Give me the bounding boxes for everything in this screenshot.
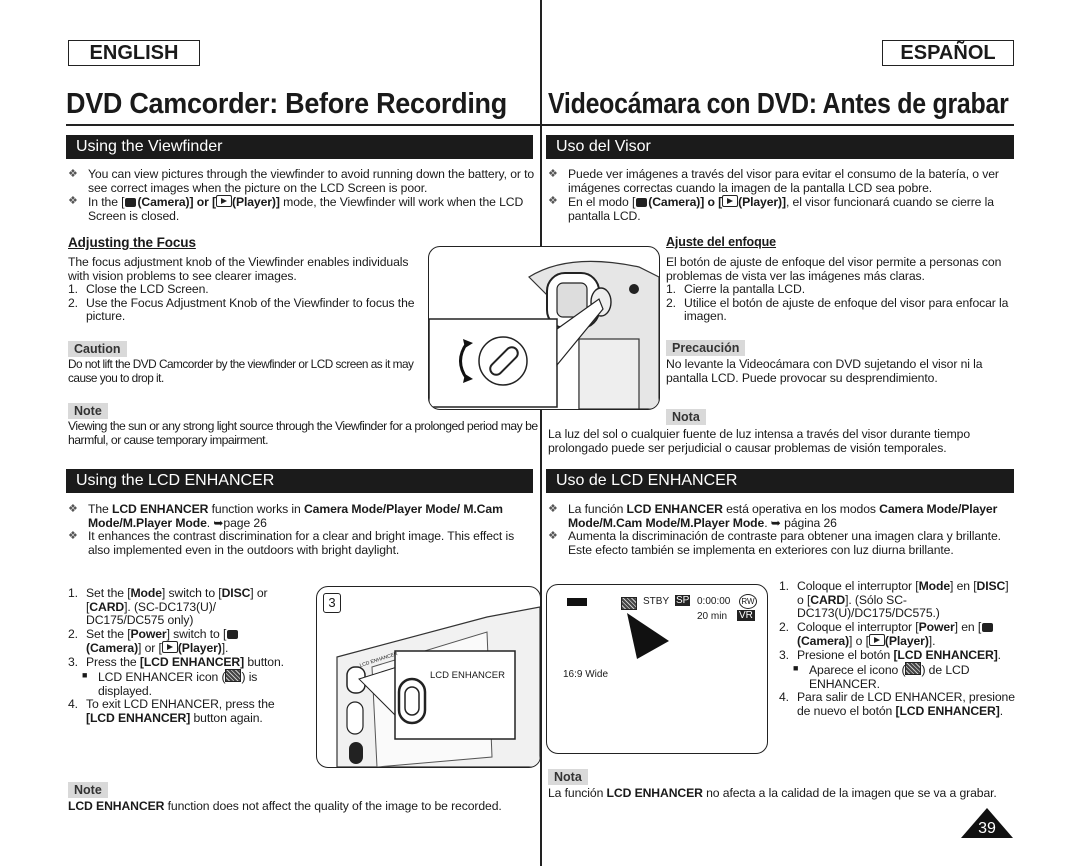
sub-step-item: ■ Aparece el icono () de LCD ENHANCER.: [793, 662, 970, 691]
step-item: 2. Coloque el interruptor [Power] en [(Ca…: [779, 620, 1017, 649]
step-item: 1. Close the LCD Screen.: [68, 282, 209, 296]
viewfinder-focus-illustration: [428, 246, 660, 410]
note-text: La luz del sol o cualquier fuente de luz…: [548, 427, 971, 455]
enhancer-steps-en: 1. Set the [Mode] switch to [DISC] or [CA…: [68, 586, 288, 725]
section-heading-lcd-enhancer-es: Uso de LCD ENHANCER: [546, 469, 1014, 493]
lcd-enhancer-icon: [621, 597, 637, 610]
lcd-enhancer-button-illustration: 3 LCD ENHANCER LCD ENHANCER: [316, 586, 541, 768]
enhancer-bullets-es: ❖ La función LCD ENHANCER está operativa …: [548, 502, 1018, 557]
bullet-item: ❖ En el modo [(Camera)] o [(Player)], el …: [548, 195, 994, 223]
step-item: 1. Coloque el interruptor [Mode] en [DISC…: [779, 579, 1009, 620]
caution-label: Caution: [68, 341, 127, 357]
viewfinder-bullets-en: ❖ You can view pictures through the viewf…: [68, 167, 538, 223]
page-title-spanish: Videocámara con DVD: Antes de grabar: [548, 88, 1009, 120]
step-item: 4. Para salir de LCD ENHANCER, presione d…: [779, 690, 1015, 718]
section-heading-lcd-enhancer: Using the LCD ENHANCER: [66, 469, 533, 493]
quality-badge: SP: [675, 595, 691, 606]
battery-icon: [567, 598, 587, 606]
title-rule-english: [66, 124, 540, 126]
diamond-bullet-icon: ❖: [68, 503, 78, 515]
player-mode-icon: [868, 634, 885, 646]
diamond-bullet-icon: ❖: [548, 530, 558, 542]
caution-text: Do not lift the DVD Camcorder by the vie…: [68, 357, 414, 385]
page-title-english: DVD Camcorder: Before Recording: [66, 88, 507, 120]
step-item: 3. Press the [LCD ENHANCER] button.: [68, 654, 284, 669]
step-item: 1. Set the [Mode] switch to [DISC] or [CA…: [68, 586, 268, 627]
enhancer-bullets-en: ❖ The LCD ENHANCER function works in Came…: [68, 502, 538, 557]
timecode: 0:00:00: [697, 596, 731, 607]
player-mode-icon: [215, 195, 232, 207]
title-rule-spanish: [540, 124, 1014, 126]
viewfinder-bullets-es: ❖ Puede ver imágenes a través del visor p…: [548, 167, 1018, 223]
subheading-adjusting-focus: Adjusting the Focus: [68, 235, 196, 250]
focus-body-en: The focus adjustment knob of the Viewfin…: [68, 255, 418, 324]
diamond-bullet-icon: ❖: [68, 195, 78, 207]
diamond-bullet-icon: ❖: [548, 168, 558, 180]
step-item: 3. Presione el botón [LCD ENHANCER].: [779, 647, 1001, 662]
note-label: Note: [68, 782, 108, 798]
step-item: 2. Use the Focus Adjustment Knob of the V…: [68, 295, 415, 323]
language-label-spanish: ESPAÑOL: [882, 40, 1014, 66]
note-text: Viewing the sun or any strong light sour…: [68, 419, 538, 447]
lcd-screen-illustration: STBY SP 0:00:00 RW 20 min VR 16:9 Wide: [546, 584, 768, 754]
diamond-bullet-icon: ❖: [68, 168, 78, 180]
step-item: 2. Utilice el botón de ajuste de enfoque …: [666, 295, 1009, 323]
format-badge: VR: [737, 610, 755, 621]
enhancer-steps-es: 1. Coloque el interruptor [Mode] en [DISC…: [779, 579, 1017, 718]
remaining-time: 20 min: [697, 611, 728, 622]
lcd-enhancer-icon: [225, 669, 242, 682]
player-mode-icon: [722, 195, 739, 207]
enhancer-note-es: La función LCD ENHANCER no afecta a la c…: [548, 786, 997, 800]
camera-mode-icon: [636, 198, 648, 207]
step-item: 1. Cierre la pantalla LCD.: [666, 282, 805, 296]
bullet-item: ❖ In the [(Camera)] or [(Player)] mode, t…: [68, 195, 524, 223]
diamond-bullet-icon: ❖: [548, 195, 558, 207]
note-label: Nota: [666, 409, 706, 425]
diamond-bullet-icon: ❖: [68, 530, 78, 542]
lcd-enhancer-icon: [905, 662, 922, 675]
camera-mode-icon: [982, 622, 994, 632]
player-mode-icon: [161, 641, 178, 653]
bullet-item: ❖ It enhances the contrast discrimination…: [68, 529, 515, 557]
step-item: 2. Set the [Power] switch to [(Camera)] o…: [68, 627, 288, 656]
step-number-badge: 3: [323, 593, 341, 613]
camera-mode-icon: [227, 629, 239, 639]
camera-mode-icon: [125, 198, 137, 207]
disc-type-badge: RW: [739, 594, 757, 609]
bullet-item: ❖ La función LCD ENHANCER está operativa …: [548, 502, 998, 530]
page-number: 39: [978, 820, 996, 837]
aspect-ratio-label: 16:9 Wide: [563, 669, 609, 680]
step-item: 4. To exit LCD ENHANCER, press the [LCD E…: [68, 697, 275, 725]
section-heading-visor: Uso del Visor: [546, 135, 1014, 159]
note-label: Note: [68, 403, 108, 419]
bullet-item: ❖ You can view pictures through the viewf…: [68, 167, 535, 195]
button-callout-label: LCD ENHANCER: [430, 670, 505, 681]
camcorder-lcd-drawing: [336, 606, 540, 767]
focus-body-es: El botón de ajuste de enfoque del visor …: [666, 255, 1016, 324]
bullet-item: ❖ The LCD ENHANCER function works in Came…: [68, 502, 503, 530]
enhancer-note-en: LCD ENHANCER function does not affect th…: [68, 799, 502, 813]
subheading-ajuste-enfoque: Ajuste del enfoque: [666, 235, 777, 249]
bullet-item: ❖ Puede ver imágenes a través del visor p…: [548, 167, 999, 195]
sub-step-item: ■ LCD ENHANCER icon () is displayed.: [82, 669, 258, 698]
caution-label: Precaución: [666, 340, 746, 356]
status-standby: STBY: [643, 596, 670, 607]
pointer-arrow-icon: [627, 613, 669, 659]
section-heading-viewfinder: Using the Viewfinder: [66, 135, 533, 159]
diamond-bullet-icon: ❖: [548, 503, 558, 515]
note-label: Nota: [548, 769, 588, 785]
bullet-item: ❖ Aumenta la discriminación de contraste …: [548, 529, 1001, 557]
camcorder-viewfinder-drawing: [429, 260, 659, 409]
caution-text: No levante la Videocámara con DVD sujeta…: [666, 357, 983, 385]
language-label-english: ENGLISH: [68, 40, 200, 66]
